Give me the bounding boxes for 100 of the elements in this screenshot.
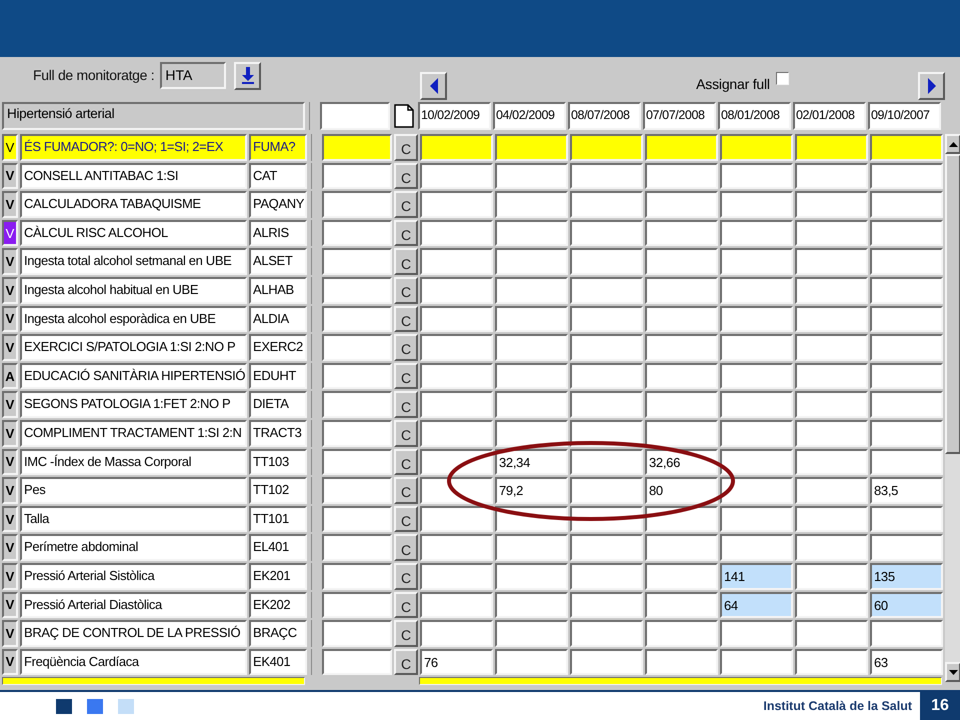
value-cell[interactable]: 80 [645,477,718,504]
clear-button[interactable]: C [394,306,418,332]
entry-field[interactable] [322,391,392,418]
value-cell[interactable] [870,276,943,304]
value-cell[interactable] [645,362,718,390]
value-cell[interactable] [795,334,868,361]
value-cell[interactable] [645,191,718,218]
clear-button[interactable]: C [394,420,418,447]
value-cell[interactable] [570,134,643,161]
parameter-name[interactable]: Pes [20,477,247,504]
entry-field[interactable] [322,334,392,361]
value-cell[interactable] [795,191,868,218]
value-cell[interactable]: 63 [870,648,943,676]
entry-field[interactable] [322,562,392,590]
value-cell[interactable] [720,420,793,447]
value-cell[interactable] [870,220,943,246]
value-cell[interactable] [720,220,793,246]
value-cell[interactable]: 79,2 [495,477,568,504]
parameter-name[interactable]: Ingesta alcohol esporàdica en UBE [20,306,247,332]
entry-field[interactable] [322,134,392,161]
value-cell[interactable] [495,534,568,561]
value-cell[interactable] [795,420,868,447]
value-cell[interactable] [495,334,568,361]
value-cell[interactable] [795,276,868,304]
parameter-name[interactable]: SEGONS PATOLOGIA 1:FET 2:NO P [20,391,247,418]
value-cell[interactable] [720,334,793,361]
value-cell[interactable] [570,592,643,618]
value-cell[interactable]: 83,5 [870,477,943,504]
value-cell[interactable] [720,477,793,504]
parameter-name[interactable]: Ingesta alcohol habitual en UBE [20,276,247,304]
clear-button[interactable]: C [394,248,418,275]
value-cell[interactable] [870,162,943,190]
previous-button[interactable] [420,72,447,100]
value-cell[interactable] [870,420,943,447]
value-cell[interactable] [645,592,718,618]
value-cell[interactable] [795,248,868,275]
value-cell[interactable]: 141 [720,562,793,590]
value-cell[interactable] [495,248,568,275]
value-cell[interactable] [420,420,493,447]
value-cell[interactable] [495,420,568,447]
value-cell[interactable] [645,391,718,418]
clear-button[interactable]: C [394,620,418,647]
value-cell[interactable] [795,362,868,390]
value-cell[interactable] [420,334,493,361]
value-cell[interactable] [420,448,493,476]
value-cell[interactable] [645,562,718,590]
value-cell[interactable] [795,506,868,532]
parameter-name[interactable]: Pressió Arterial Diastòlica [20,592,247,618]
clear-button[interactable]: C [394,134,418,161]
value-cell[interactable] [495,620,568,647]
value-cell[interactable] [420,162,493,190]
value-cell[interactable] [495,220,568,246]
clear-button[interactable]: C [394,648,418,676]
value-cell[interactable] [645,648,718,676]
value-cell[interactable] [645,306,718,332]
parameter-name[interactable]: IMC -Índex de Massa Corporal [20,448,247,476]
sheet-code-field[interactable]: HTA [160,62,226,89]
value-cell[interactable] [495,306,568,332]
entry-field[interactable] [322,420,392,447]
value-cell[interactable] [720,648,793,676]
value-cell[interactable] [645,220,718,246]
entry-field[interactable] [322,592,392,618]
value-cell[interactable] [570,562,643,590]
value-cell[interactable] [870,391,943,418]
value-cell[interactable] [495,191,568,218]
clear-button[interactable]: C [394,276,418,304]
value-cell[interactable] [795,220,868,246]
value-cell[interactable] [720,620,793,647]
value-cell[interactable] [645,420,718,447]
entry-field[interactable] [322,620,392,647]
value-cell[interactable] [645,162,718,190]
value-cell[interactable] [720,534,793,561]
clear-button[interactable]: C [394,191,418,218]
parameter-name[interactable]: Pressió Arterial Sistòlica [20,562,247,590]
parameter-name[interactable]: CALCULADORA TABAQUISME [20,191,247,218]
entry-field[interactable] [322,248,392,275]
value-cell[interactable] [870,362,943,390]
value-cell[interactable] [420,506,493,532]
value-cell[interactable] [420,534,493,561]
value-cell[interactable] [795,477,868,504]
value-cell[interactable] [870,248,943,275]
parameter-name[interactable]: EXERCICI S/PATOLOGIA 1:SI 2:NO P [20,334,247,361]
value-cell[interactable] [870,334,943,361]
value-cell[interactable] [495,562,568,590]
vertical-scrollbar[interactable] [945,134,960,682]
value-cell[interactable] [570,648,643,676]
value-cell[interactable] [570,306,643,332]
value-cell[interactable] [795,448,868,476]
assign-sheet-checkbox[interactable] [776,72,789,85]
value-cell[interactable] [570,334,643,361]
document-icon[interactable] [394,104,414,128]
value-cell[interactable] [495,134,568,161]
clear-button[interactable]: C [394,562,418,590]
value-cell[interactable]: 32,34 [495,448,568,476]
entry-field[interactable] [322,648,392,676]
entry-field[interactable] [322,362,392,390]
value-cell[interactable] [795,620,868,647]
value-cell[interactable] [420,134,493,161]
value-cell[interactable] [495,276,568,304]
value-cell[interactable] [570,162,643,190]
